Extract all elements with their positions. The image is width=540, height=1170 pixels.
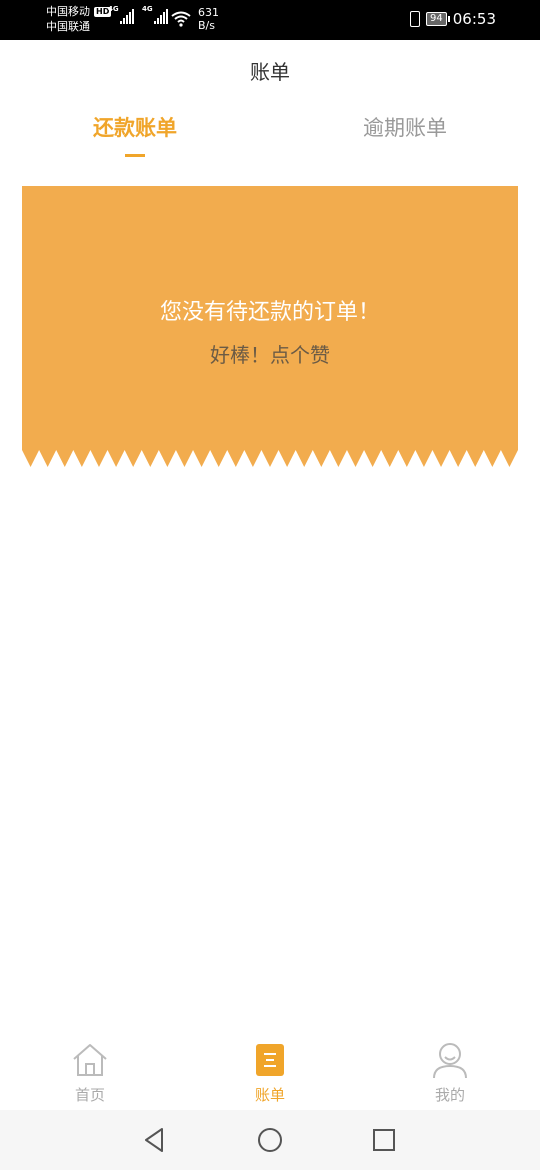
- network-speed: 631 B/s: [198, 6, 219, 32]
- carrier-info: 中国移动 HD 中国联通: [46, 4, 112, 34]
- bill-tabs: 还款账单 逾期账单: [0, 112, 540, 162]
- status-bar: 中国移动 HD 中国联通 4G 4G 631 B/s 94 06:53: [0, 0, 540, 40]
- system-navigation-bar: [0, 1110, 540, 1170]
- bottom-navigation: 首页 账单 我的: [0, 1030, 540, 1110]
- back-icon[interactable]: [140, 1125, 170, 1155]
- active-tab-indicator: [125, 154, 145, 157]
- nav-label-home: 首页: [74, 1086, 105, 1104]
- bill-icon: [256, 1044, 284, 1076]
- wifi-icon: [171, 11, 191, 27]
- recents-icon[interactable]: [369, 1125, 399, 1155]
- signal-strength: 4G 4G: [108, 5, 168, 24]
- empty-bill-card: 您没有待还款的订单！ 好棒！点个赞: [22, 186, 518, 467]
- page-title: 账单: [250, 60, 290, 84]
- carrier-1: 中国移动: [46, 5, 90, 18]
- clock: 06:53: [452, 10, 496, 28]
- carrier-2: 中国联通: [46, 20, 90, 33]
- battery-icon: 94: [426, 12, 450, 26]
- signal-1-icon: 4G: [108, 5, 134, 24]
- tab-overdue-bill[interactable]: 逾期账单: [305, 112, 505, 142]
- home-circle-icon[interactable]: [255, 1125, 285, 1155]
- signal-2-icon: 4G: [142, 5, 168, 24]
- home-icon: [73, 1044, 107, 1076]
- card-background: [22, 186, 518, 467]
- empty-sub-message: 好棒！点个赞: [210, 343, 330, 367]
- vibrate-icon: [410, 11, 421, 27]
- user-icon: [433, 1043, 467, 1079]
- nav-label-mine: 我的: [434, 1086, 465, 1104]
- nav-item-bill[interactable]: 账单: [210, 1040, 330, 1105]
- empty-message: 您没有待还款的订单！: [159, 300, 380, 325]
- tab-repayment-bill[interactable]: 还款账单: [35, 112, 235, 142]
- nav-label-bill: 账单: [254, 1086, 285, 1104]
- nav-item-mine[interactable]: 我的: [390, 1040, 510, 1105]
- nav-item-home[interactable]: 首页: [30, 1040, 150, 1105]
- card-shape: [22, 186, 518, 467]
